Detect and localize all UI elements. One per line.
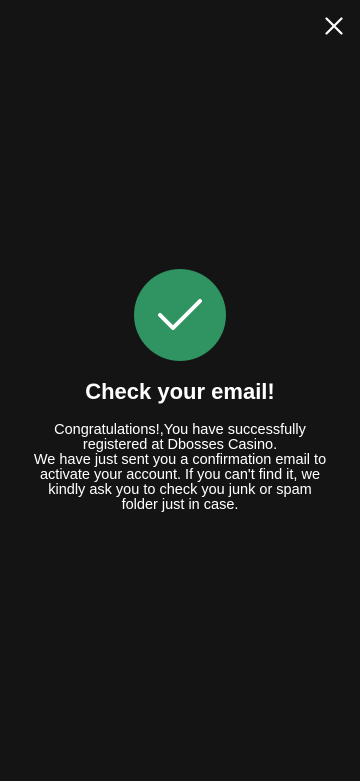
close-icon (325, 17, 343, 35)
success-badge (134, 269, 226, 361)
confirmation-content: Check your email! Congratulations!,You h… (0, 269, 360, 513)
page-title: Check your email! (85, 379, 275, 404)
message-line-instructions: We have just sent you a confirmation ema… (33, 452, 327, 513)
message-line-congratulations: Congratulations!,You have successfully r… (54, 422, 306, 453)
email-confirmation-screen: Check your email! Congratulations!,You h… (0, 0, 360, 781)
confirmation-message: Congratulations!,You have successfully r… (30, 423, 330, 513)
checkmark-icon (158, 299, 202, 330)
close-button[interactable] (322, 14, 346, 38)
